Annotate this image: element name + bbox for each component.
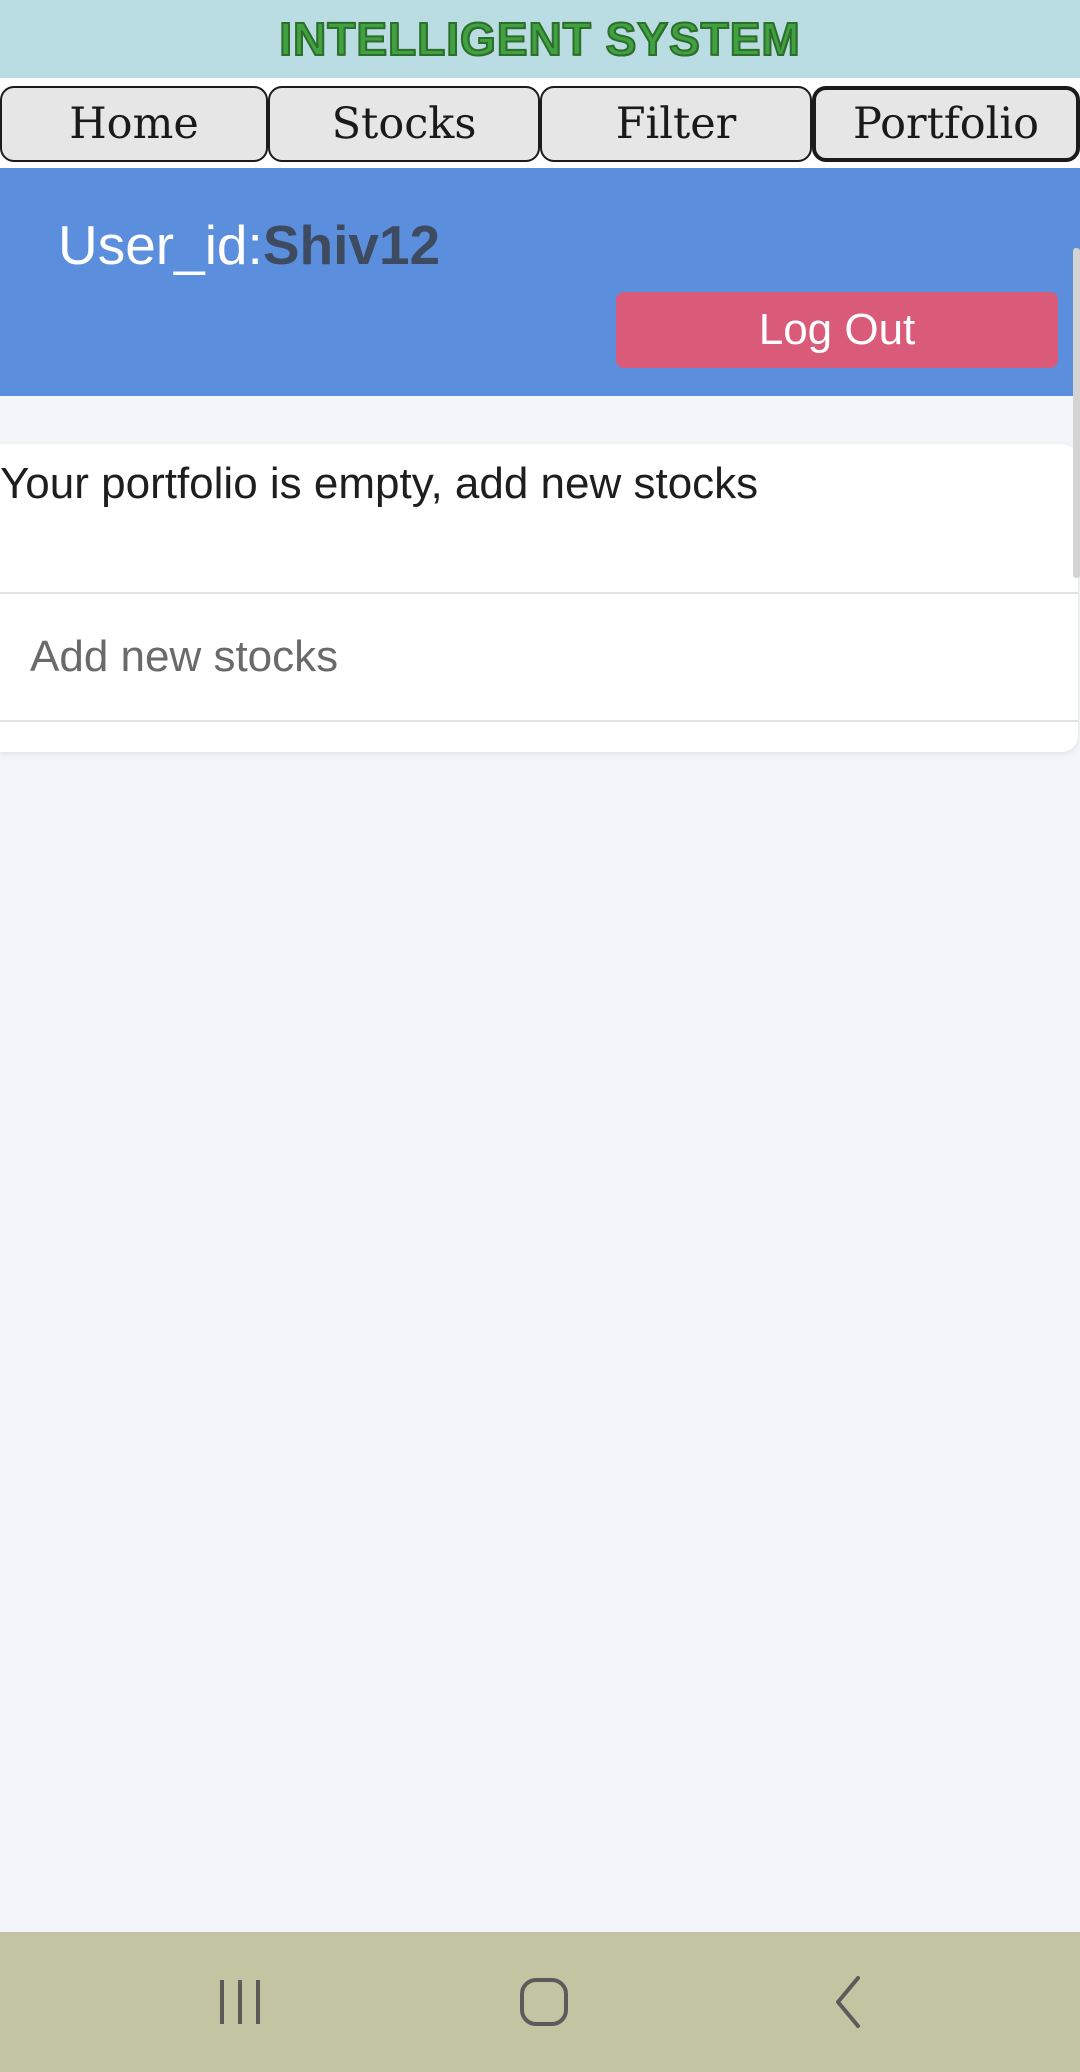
scrollbar[interactable] — [1073, 248, 1080, 578]
logout-button[interactable]: Log Out — [616, 292, 1058, 368]
add-new-stocks-item[interactable]: Add new stocks — [0, 592, 1078, 722]
tab-stocks[interactable]: Stocks — [268, 86, 540, 162]
user-id-value: Shiv12 — [262, 214, 441, 276]
tab-home[interactable]: Home — [0, 86, 268, 162]
back-icon — [836, 1976, 860, 2028]
empty-portfolio-message: Your portfolio is empty, add new stocks — [0, 459, 759, 508]
nav-bar: Home Stocks Filter Portfolio — [0, 78, 1080, 168]
recent-apps-button[interactable] — [190, 1962, 290, 2042]
system-nav-bar — [0, 1932, 1080, 2072]
add-new-stocks-label: Add new stocks — [30, 632, 339, 681]
app-title: INTELLIGENT SYSTEM — [278, 12, 801, 66]
title-bar: INTELLIGENT SYSTEM — [0, 0, 1080, 78]
home-button[interactable] — [494, 1962, 594, 2042]
back-button[interactable] — [800, 1962, 900, 2042]
tab-portfolio[interactable]: Portfolio — [812, 86, 1080, 162]
user-header: User_id:Shiv12 Log Out — [0, 168, 1080, 396]
home-icon — [520, 1978, 568, 2026]
tab-filter[interactable]: Filter — [540, 86, 812, 162]
user-id-label: User_id: — [58, 214, 263, 276]
user-id-line: User_id:Shiv12 — [58, 210, 440, 280]
portfolio-card: Your portfolio is empty, add new stocks … — [0, 444, 1078, 752]
recent-apps-icon — [220, 1980, 260, 2024]
